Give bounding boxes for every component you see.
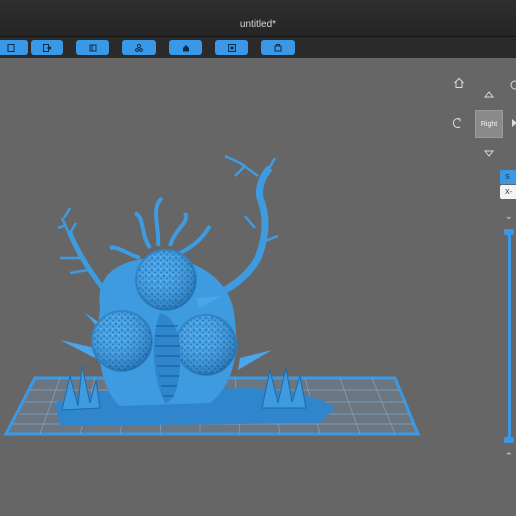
export-icon bbox=[43, 43, 52, 52]
layers-button[interactable] bbox=[76, 40, 109, 55]
supports-icon bbox=[135, 43, 143, 52]
layer-slider[interactable] bbox=[508, 232, 511, 440]
rotate-icon bbox=[510, 80, 516, 90]
mode-chip[interactable]: S bbox=[500, 170, 516, 184]
view-cube[interactable]: Right bbox=[475, 110, 503, 138]
frame-button[interactable] bbox=[215, 40, 248, 55]
home-outline-icon bbox=[454, 77, 464, 88]
app-window: untitled* Right S X- ⌄ ⌃ bbox=[0, 0, 516, 516]
arrow-down-icon bbox=[483, 150, 495, 157]
frame-icon bbox=[227, 43, 236, 52]
title-bar: untitled* bbox=[0, 0, 516, 37]
rotate-left-icon bbox=[453, 118, 461, 128]
layer-slider-bottom-handle[interactable] bbox=[504, 437, 514, 443]
open-file-button[interactable] bbox=[0, 40, 28, 55]
view-rotate-left-button[interactable] bbox=[451, 116, 465, 130]
view-top-button[interactable] bbox=[482, 88, 496, 102]
view-home-button[interactable] bbox=[452, 76, 466, 90]
expand-icon[interactable]: ⌃ bbox=[505, 452, 513, 461]
arrow-right-icon bbox=[512, 119, 516, 127]
print-button[interactable] bbox=[261, 40, 295, 55]
open-file-icon bbox=[7, 43, 15, 52]
layer-slider-top-handle[interactable] bbox=[504, 229, 514, 235]
collapse-up-icon[interactable]: ⌄ bbox=[505, 212, 513, 221]
supports-button[interactable] bbox=[122, 40, 156, 55]
toolbar bbox=[0, 37, 516, 59]
home-icon bbox=[182, 44, 189, 51]
model-scene[interactable] bbox=[0, 58, 516, 516]
layers-icon bbox=[89, 44, 96, 51]
export-button[interactable] bbox=[31, 40, 63, 55]
arrow-up-icon bbox=[483, 91, 495, 98]
window-title: untitled* bbox=[239, 19, 277, 30]
view-rotate-button[interactable] bbox=[508, 78, 516, 92]
view-right-button[interactable] bbox=[508, 116, 516, 130]
axis-chip[interactable]: X- bbox=[500, 185, 516, 199]
print-icon bbox=[274, 43, 282, 51]
view-bottom-button[interactable] bbox=[482, 146, 496, 160]
home-button[interactable] bbox=[169, 40, 202, 55]
